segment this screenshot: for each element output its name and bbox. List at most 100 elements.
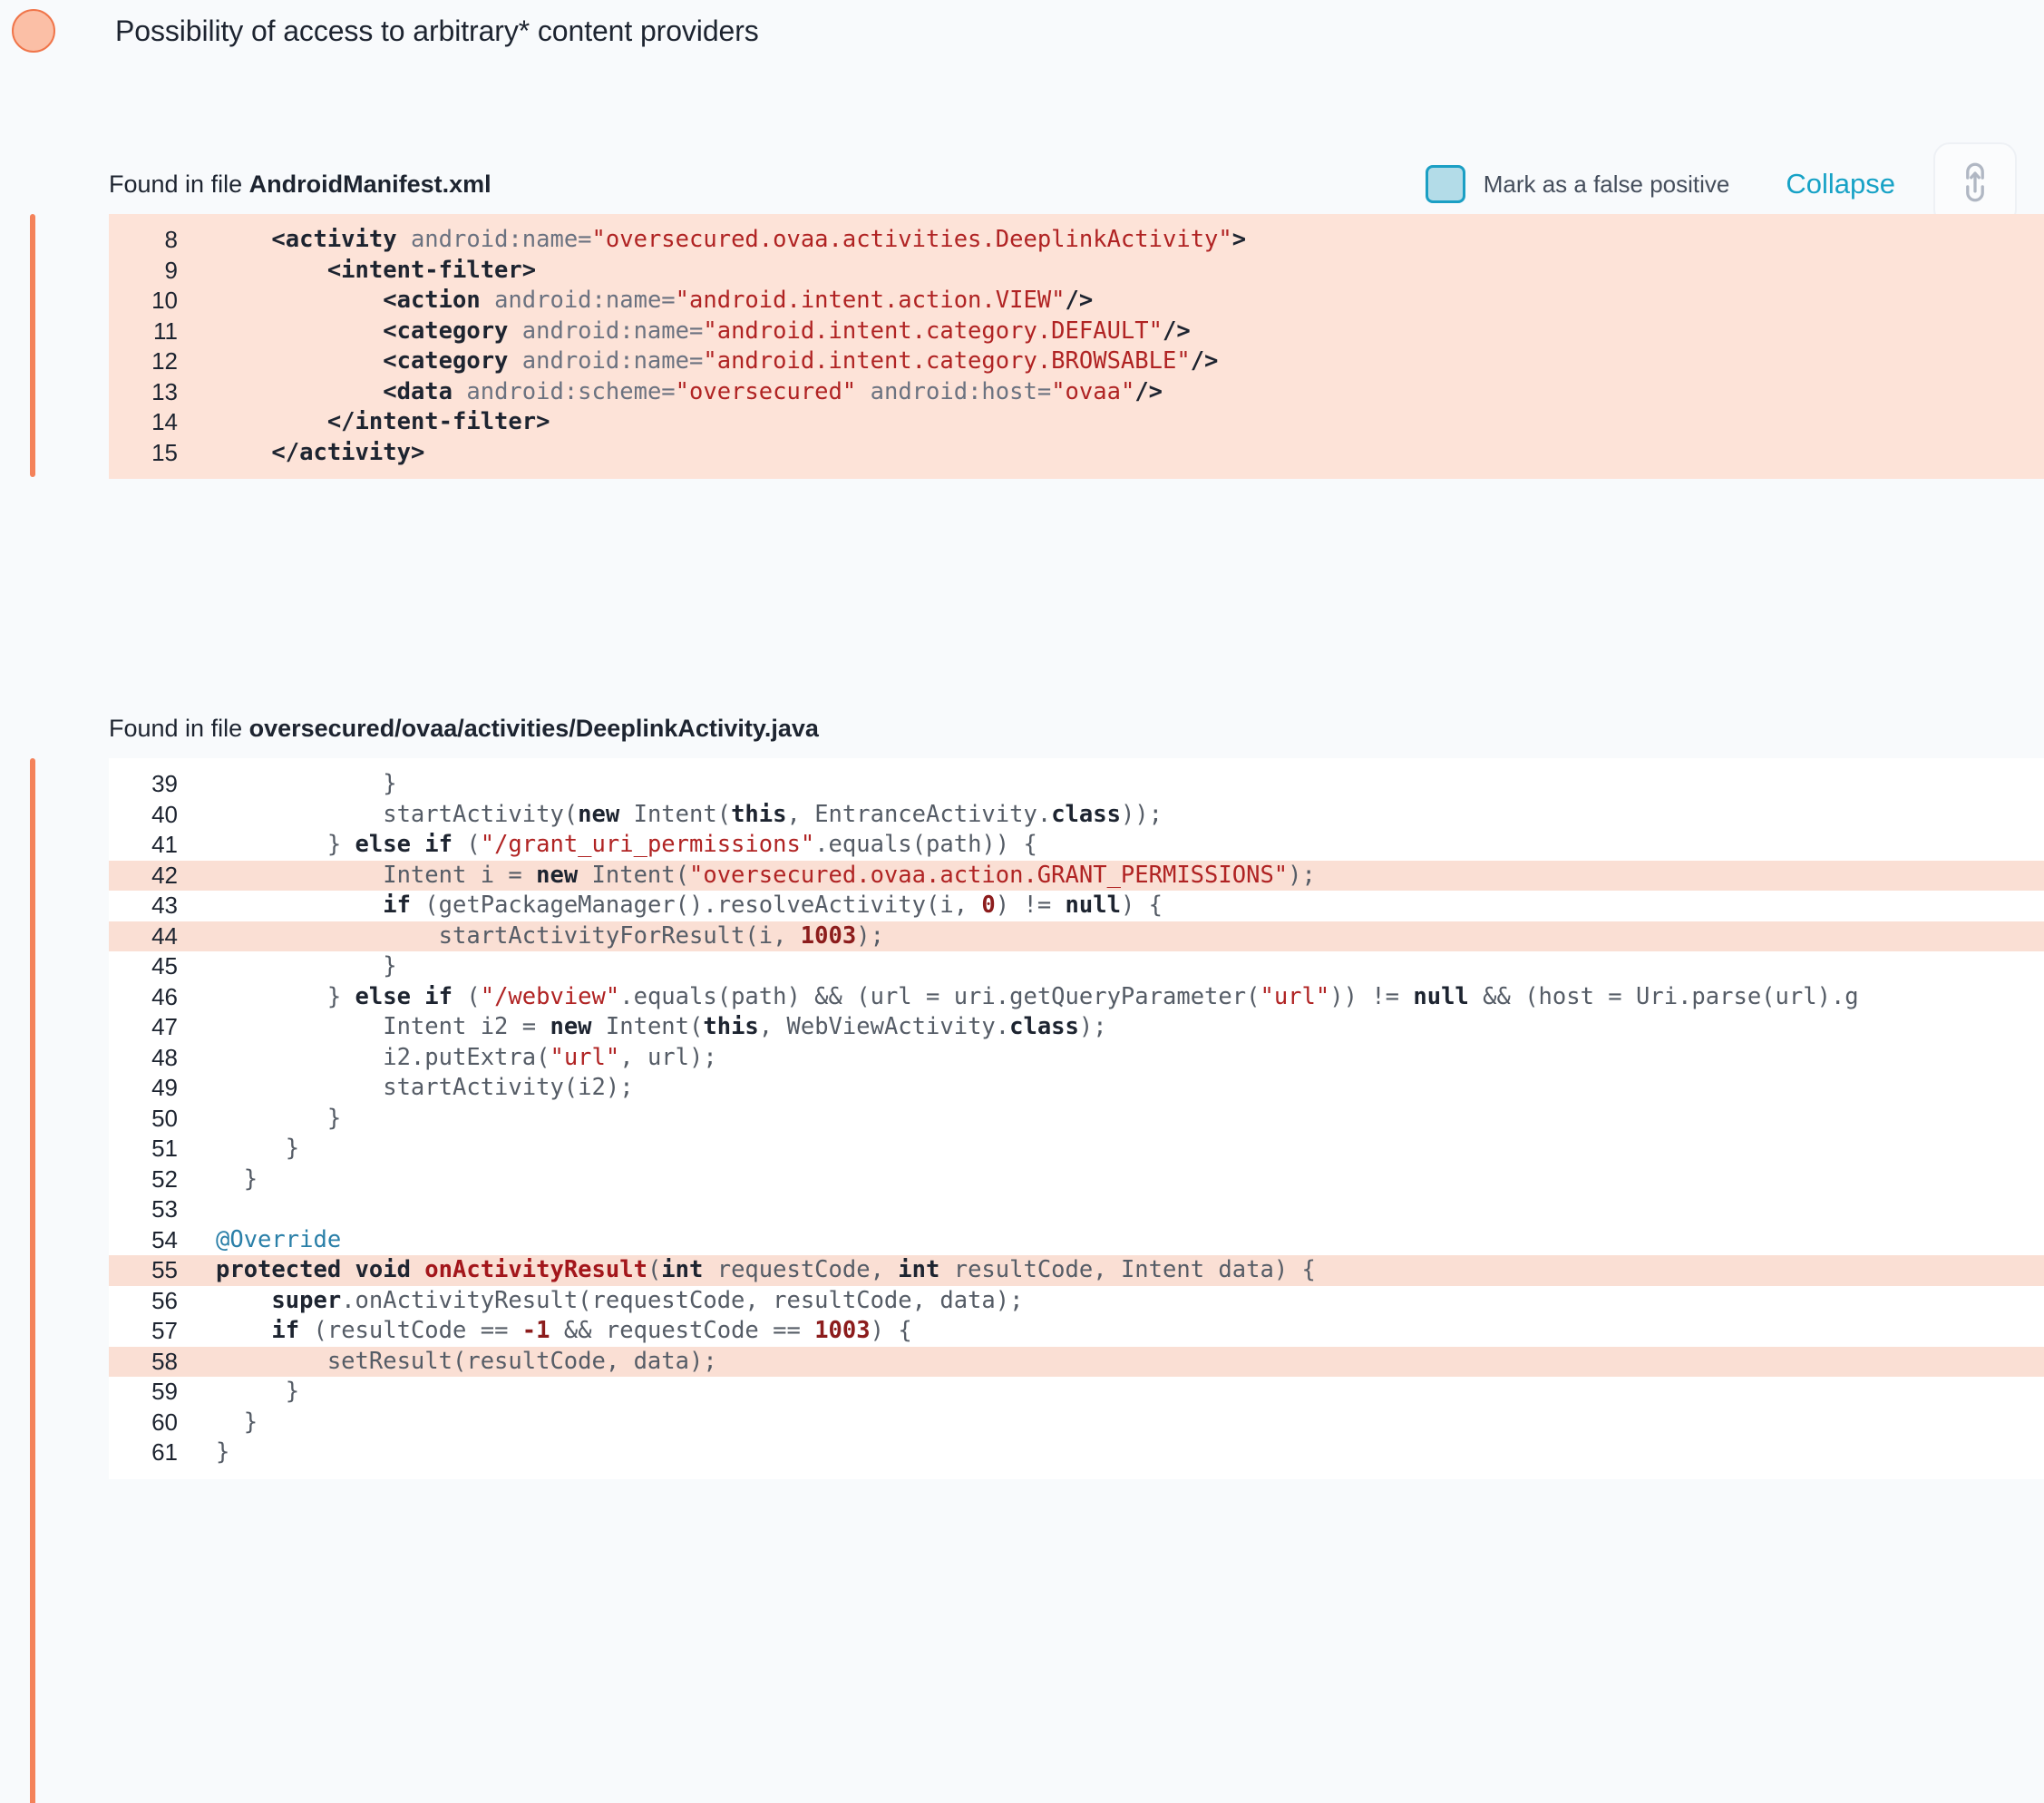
- code-line-source: <action android:name="android.intent.act…: [192, 286, 2044, 317]
- line-number: 48: [151, 1043, 178, 1071]
- code-line: 59 }: [109, 1377, 2044, 1408]
- code-line: 15 </activity>: [109, 438, 2044, 469]
- code-line: 43 if (getPackageManager().resolveActivi…: [109, 891, 2044, 921]
- code-token-tag: <category: [383, 347, 509, 375]
- code-token-kw: if: [271, 1317, 300, 1344]
- finding-section-xml: Found in file AndroidManifest.xml Mark a…: [0, 142, 2044, 479]
- code-token-str: "/webview": [480, 982, 620, 1010]
- collapse-button[interactable]: Collapse: [1786, 168, 1895, 200]
- code-line-source: } else if ("/webview".equals(path) && (u…: [192, 982, 2044, 1013]
- code-line-source: }: [192, 1408, 2044, 1438]
- code-line-source: i2.putExtra("url", url);: [192, 1043, 2044, 1074]
- line-number: 50: [151, 1104, 178, 1132]
- code-token-mname: onActivityResult: [424, 1256, 647, 1283]
- code-token-plain: }: [216, 1104, 342, 1132]
- code-token-tag: <activity: [271, 226, 397, 253]
- code-token-plain: setResult(resultCode, data);: [216, 1347, 717, 1375]
- code-token-plain: );: [1078, 1013, 1107, 1040]
- code-token-kw: this: [731, 800, 787, 828]
- code-token-plain: , EntranceActivity.: [786, 800, 1052, 828]
- code-line: 60 }: [109, 1408, 2044, 1438]
- mark-false-positive-checkbox[interactable]: [1425, 165, 1465, 203]
- code-line: 13 <data android:scheme="oversecured" an…: [109, 377, 2044, 408]
- code-line-source: <activity android:name="oversecured.ovaa…: [192, 225, 2044, 256]
- line-number: 8: [164, 226, 178, 253]
- mark-false-positive-label: Mark as a false positive: [1483, 170, 1730, 198]
- code-token-str: "url": [550, 1043, 620, 1071]
- code-token-attr: android:host=: [870, 377, 1052, 405]
- code-token-plain: resultCode, Intent data) {: [939, 1256, 1316, 1283]
- code-line-source: super.onActivityResult(requestCode, resu…: [192, 1286, 2044, 1317]
- code-line: 56 super.onActivityResult(requestCode, r…: [109, 1286, 2044, 1317]
- code-line-source: </intent-filter>: [192, 407, 2044, 438]
- code-token-num: 0: [981, 892, 996, 919]
- code-token-num: -1: [521, 1317, 550, 1344]
- code-line: 42 Intent i = new Intent("oversecured.ov…: [109, 860, 2044, 892]
- code-line-source: Intent i2 = new Intent(this, WebViewActi…: [192, 1012, 2044, 1043]
- code-token-tag: />: [1190, 347, 1219, 375]
- code-token-num: 1003: [814, 1317, 871, 1344]
- code-token-plain: }: [216, 1135, 300, 1162]
- code-token-tag: >: [1231, 226, 1247, 253]
- code-token-kw: new: [536, 861, 579, 889]
- line-number: 41: [151, 831, 178, 858]
- line-number: 9: [164, 256, 178, 284]
- code-token-attr: android:name=: [521, 347, 704, 375]
- code-line-source: protected void onActivityResult(int requ…: [192, 1255, 2044, 1286]
- code-line-source: Intent i = new Intent("oversecured.ovaa.…: [192, 861, 2044, 892]
- code-token-plain: Intent(: [591, 1013, 704, 1040]
- line-number: 39: [151, 770, 178, 797]
- code-token-tag: <intent-filter>: [326, 256, 537, 284]
- header-actions: Mark as a false positive Collapse: [1425, 142, 2017, 226]
- code-token-kw: null: [1065, 892, 1121, 919]
- code-token-plain: (: [647, 1256, 662, 1283]
- code-token-tag: />: [1163, 317, 1191, 345]
- line-number: 49: [151, 1074, 178, 1101]
- code-token-plain: }: [216, 1378, 300, 1405]
- code-token-plain: , url);: [619, 1043, 717, 1071]
- code-token-str: "url": [1260, 982, 1330, 1010]
- code-block-xml[interactable]: 8 <activity android:name="oversecured.ov…: [109, 214, 2044, 479]
- found-in-file-prefix: Found in file: [109, 714, 249, 742]
- code-token-plain: }: [216, 1408, 258, 1436]
- line-number: 55: [151, 1256, 178, 1283]
- code-token-plain: .onActivityResult(requestCode, resultCod…: [341, 1286, 1024, 1314]
- code-token-plain: , WebViewActivity.: [758, 1013, 1010, 1040]
- code-line-source: startActivity(new Intent(this, EntranceA…: [192, 800, 2044, 831]
- code-token-plain: ) {: [1120, 892, 1163, 919]
- file-header-java: Found in file oversecured/ovaa/activitie…: [0, 698, 2044, 758]
- code-line: 50 }: [109, 1104, 2044, 1135]
- code-block-java[interactable]: 39 } 40 startActivity(new Intent(this, En…: [109, 758, 2044, 1479]
- code-token-str: "android.intent.category.BROWSABLE": [703, 347, 1191, 375]
- code-token-tag: </activity>: [271, 438, 425, 466]
- code-line-source: <category android:name="android.intent.c…: [192, 317, 2044, 347]
- code-line: 39 }: [109, 769, 2044, 800]
- code-line-source: if (getPackageManager().resolveActivity(…: [192, 891, 2044, 921]
- code-line: 48 i2.putExtra("url", url);: [109, 1043, 2044, 1074]
- code-line-source: </activity>: [192, 438, 2044, 469]
- file-name: AndroidManifest.xml: [248, 170, 492, 198]
- line-number: 54: [151, 1225, 178, 1253]
- code-line-source: setResult(resultCode, data);: [192, 1347, 2044, 1378]
- line-number: 47: [151, 1013, 178, 1040]
- code-token-plain: }: [216, 831, 355, 858]
- code-token-plain: Intent i =: [216, 861, 537, 889]
- code-line: 11 <category android:name="android.inten…: [109, 317, 2044, 347]
- code-line-source: }: [192, 1165, 2044, 1195]
- code-token-plain: );: [856, 921, 884, 950]
- code-line: 58 setResult(resultCode, data);: [109, 1346, 2044, 1378]
- code-line: 12 <category android:name="android.inten…: [109, 346, 2044, 377]
- code-line: 54 @Override: [109, 1225, 2044, 1256]
- code-line-source: if (resultCode == -1 && requestCode == 1…: [192, 1316, 2044, 1347]
- code-token-plain: }: [216, 1438, 230, 1466]
